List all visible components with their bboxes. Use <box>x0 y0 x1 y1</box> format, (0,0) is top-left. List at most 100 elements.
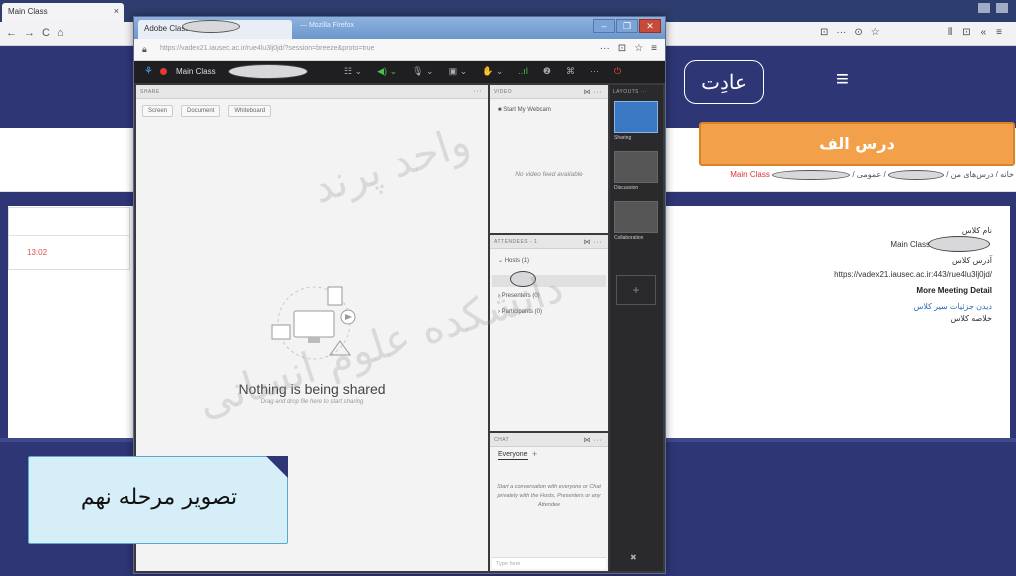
hosts-group[interactable]: ⌄ Hosts (1) <box>498 257 529 264</box>
close-button[interactable]: ✕ <box>639 19 661 33</box>
reload-icon[interactable]: C <box>42 27 50 39</box>
power-icon[interactable]: ⏻ <box>614 66 621 77</box>
share-buttons: Screen Document Whiteboard <box>142 105 272 117</box>
share-whiteboard-button[interactable]: Whiteboard <box>228 105 272 117</box>
chat-input[interactable]: Type here <box>492 557 606 569</box>
nothing-shared-message: Nothing is being shared <box>238 381 386 397</box>
layouts-header: LAYOUTS ··· <box>613 89 647 95</box>
minimize-icon[interactable] <box>978 3 990 13</box>
breadcrumb-my-courses[interactable]: درس‌های من <box>951 170 994 179</box>
close-icon[interactable]: × <box>114 6 119 16</box>
breadcrumb: خانه / درس‌های من / / عمومی / Main Class <box>730 170 1014 180</box>
chat-pod-header: CHAT ⋈ ··· <box>490 433 608 447</box>
class-address-label: آدرس کلاس <box>952 256 992 265</box>
pod-options-icon[interactable]: ··· <box>474 88 483 95</box>
speaker-icon[interactable]: ◀) ⌄ <box>377 66 397 77</box>
redacted-mark <box>772 170 851 180</box>
help-icon[interactable]: ❷ <box>543 66 551 77</box>
share-screen-button[interactable]: Screen <box>142 105 174 117</box>
redacted-mark <box>510 271 536 287</box>
menu-icon[interactable]: ≡ <box>836 68 849 90</box>
layout-collaboration-thumb[interactable] <box>614 201 658 233</box>
more-icon[interactable]: ··· <box>836 27 846 38</box>
bookmark-star-icon[interactable]: ☆ <box>871 27 880 38</box>
more-icon[interactable]: ··· <box>600 43 610 54</box>
tools-icon[interactable]: ✖ <box>630 553 637 562</box>
video-pod: VIDEO ⋈ ··· ■ Start My Webcam No video f… <box>490 85 608 233</box>
class-address-value[interactable]: https://vadex21.iausec.ac.ir:443/rue4lu3… <box>834 270 992 279</box>
class-info-panel: نام کلاس Main Class آدرس کلاس https://va… <box>668 206 1010 438</box>
fullscreen-icon[interactable]: ⌘ <box>566 66 575 77</box>
no-video-message: No video feed available <box>515 171 583 178</box>
pod-options-icon[interactable]: ⋈ ··· <box>584 436 602 444</box>
forward-icon[interactable]: → <box>24 27 35 39</box>
layout-discussion-label: Discussion <box>614 185 639 191</box>
layout-sharing-thumb[interactable] <box>614 101 658 133</box>
participants-group[interactable]: › Participants (0) <box>498 309 542 315</box>
pocket-icon[interactable]: ⊡ <box>618 43 626 54</box>
site-logo[interactable]: عادِت <box>684 60 764 104</box>
background-tab[interactable]: Main Class × <box>2 3 124 22</box>
webcam-icon[interactable]: ▣ ⌄ <box>449 66 468 77</box>
lms-left-area <box>8 270 134 438</box>
start-webcam-button[interactable]: ■ Start My Webcam <box>498 107 551 113</box>
presenters-group[interactable]: › Presenters (0) <box>498 293 540 299</box>
pocket-icon[interactable]: ⊙ <box>854 27 862 38</box>
attendees-pod: ATTENDEES - 1 ⋈ ··· ⌄ Hosts (1) › Presen… <box>490 235 608 431</box>
add-layout-button[interactable]: + <box>616 275 656 305</box>
home-icon[interactable]: ⌂ <box>57 27 64 39</box>
breadcrumb-home[interactable]: خانه <box>1000 170 1014 179</box>
adobe-connect-logo-icon: ⚘ <box>144 66 153 77</box>
window-title-text: — Mozilla Firefox <box>300 22 355 29</box>
breadcrumb-current: Main Class <box>730 170 770 180</box>
lms-left-gutter <box>0 206 8 438</box>
chat-pod: CHAT ⋈ ··· Everyone + Start a conversati… <box>490 433 608 571</box>
pod-options-icon[interactable]: ⋈ ··· <box>584 88 602 96</box>
breadcrumb-general[interactable]: عمومی <box>857 170 881 179</box>
reader-icon[interactable]: ⊡ <box>820 27 828 38</box>
sidebar-icon[interactable]: ⊡ <box>962 27 970 38</box>
overflow-icon[interactable]: « <box>981 27 987 38</box>
recording-indicator-icon <box>160 68 167 75</box>
redacted-mark <box>887 170 944 180</box>
microphone-icon[interactable]: 🎙 ⌄ <box>412 66 433 77</box>
layouts-bar: LAYOUTS ··· Sharing Discussion Collabora… <box>610 85 663 571</box>
course-title-badge: درس الف <box>699 122 1015 166</box>
selected-attendee-row[interactable] <box>492 275 606 287</box>
step-caption-text: تصویر مرحله نهم <box>80 485 238 510</box>
lock-icon: 🔒︎ <box>142 44 147 54</box>
url-text[interactable]: https://vadex21.iausec.ac.ir/rue4lu3lj0j… <box>160 45 374 52</box>
bookmark-star-icon[interactable]: ☆ <box>634 43 643 54</box>
minimize-button[interactable]: – <box>593 19 615 33</box>
raise-hand-icon[interactable]: ✋ ⌄ <box>482 66 503 77</box>
sharing-illustration-icon <box>271 286 356 360</box>
chat-tab-everyone[interactable]: Everyone <box>498 451 528 460</box>
maximize-button[interactable]: ❐ <box>616 19 638 33</box>
share-document-button[interactable]: Document <box>181 105 221 117</box>
step-caption: تصویر مرحله نهم <box>28 456 288 544</box>
calendar-card: 13:02 <box>8 207 130 270</box>
drag-drop-hint: Drag and drop file here to start sharing <box>260 399 364 405</box>
library-icon[interactable]: ⫴ <box>948 27 952 38</box>
more-options-icon[interactable]: ··· <box>590 66 599 77</box>
layout-sharing-label: Sharing <box>614 135 632 141</box>
class-name-label: نام کلاس <box>961 226 992 235</box>
hamburger-menu-icon[interactable]: ≡ <box>996 27 1002 38</box>
time-label: 13:02 <box>27 248 48 257</box>
share-pod-header: SHARE ··· <box>136 85 488 99</box>
more-meeting-detail[interactable]: More Meeting Detail <box>916 286 992 295</box>
layout-menu-icon[interactable]: ☷ ⌄ <box>344 66 362 77</box>
add-chat-tab-icon[interactable]: + <box>532 449 537 459</box>
window-controls: – ❐ ✕ <box>593 19 661 33</box>
hamburger-menu-icon[interactable]: ≡ <box>651 43 657 54</box>
layout-discussion-thumb[interactable] <box>614 151 658 183</box>
background-url-tools: ⊡ ··· ⊙ ☆ <box>820 27 880 38</box>
window-title-bar: Adobe Class — Mozilla Firefox – ❐ ✕ <box>134 17 665 39</box>
url-bar[interactable]: 🔒︎ https://vadex21.iausec.ac.ir/rue4lu3l… <box>134 39 665 61</box>
back-icon[interactable]: ← <box>6 27 17 39</box>
pod-options-icon[interactable]: ⋈ ··· <box>584 238 602 246</box>
maximize-icon[interactable] <box>996 3 1008 13</box>
redacted-mark <box>928 236 990 252</box>
toolbar-icons: ☷ ⌄ ◀) ⌄ 🎙 ⌄ ▣ ⌄ ✋ ⌄ ..ıl ❷ ⌘ ··· ⏻ <box>344 66 621 77</box>
record-link[interactable]: دیدن جزئیات سیر کلاس <box>914 302 992 311</box>
